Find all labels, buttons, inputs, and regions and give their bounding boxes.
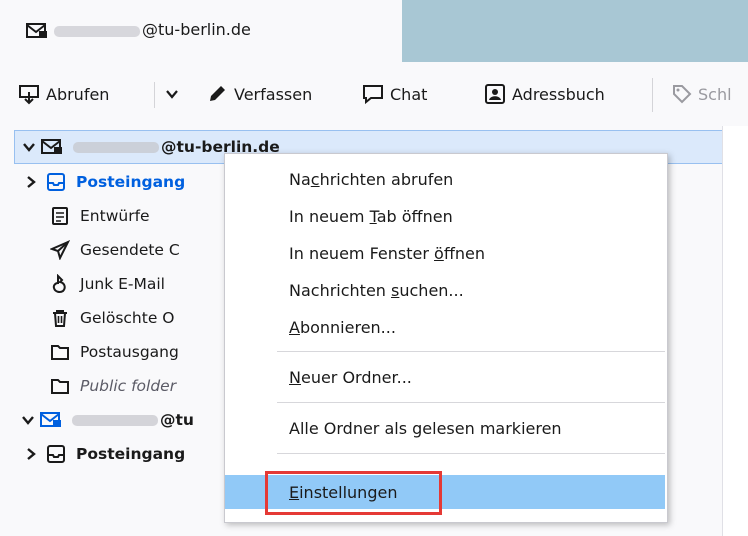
download-icon: [19, 85, 39, 105]
menu-label-pre: In neuem Fenster: [289, 243, 435, 263]
menu-accesskey: c: [310, 169, 320, 189]
junk-icon: [52, 274, 66, 293]
chevron-down-icon: [22, 416, 34, 425]
folder-label: Entwürfe: [80, 207, 150, 225]
redacted-username: [73, 141, 159, 153]
menu-search-messages[interactable]: Nachrichten suchen...: [225, 273, 665, 307]
menu-label-post: ab öffnen: [376, 206, 453, 226]
menu-new-folder[interactable]: Neuer Ordner...: [225, 360, 665, 394]
tab-bar: @tu-berlin.de: [0, 0, 748, 62]
trash-icon: [53, 310, 67, 327]
chevron-down-icon: [23, 143, 35, 152]
address-book-icon: [485, 84, 505, 104]
mail-account-icon: [41, 139, 62, 154]
address-book-label: Adressbuch: [512, 84, 605, 104]
menu-label-pre: In neuem: [289, 206, 370, 226]
mail-tab[interactable]: @tu-berlin.de: [0, 0, 402, 62]
folder-outbox[interactable]: Postausgang: [50, 335, 179, 369]
folder-label: Gesendete C: [80, 241, 180, 259]
get-messages-button[interactable]: Abrufen: [18, 62, 109, 126]
chat-button[interactable]: Chat: [362, 62, 427, 126]
mail-account-icon: [26, 23, 47, 38]
folder-label: Public folder: [80, 377, 177, 395]
tab-title: @tu-berlin.de: [142, 20, 251, 39]
menu-separator: [277, 453, 665, 454]
menu-get-messages[interactable]: Nachrichten abrufen: [225, 162, 665, 196]
get-messages-dropdown[interactable]: [164, 62, 180, 126]
tab-empty-area: [402, 0, 748, 62]
redacted-username: [54, 26, 140, 37]
menu-label-pre: Na: [289, 169, 311, 189]
folder-label: Junk E-Mail: [80, 275, 165, 293]
tag-label: Schl: [698, 84, 732, 104]
chevron-right-icon: [27, 176, 36, 188]
folder-label: Postausgang: [80, 343, 179, 361]
folder-label: Posteingang: [76, 445, 186, 463]
compose-button[interactable]: Verfassen: [206, 62, 312, 126]
menu-separator: [277, 351, 665, 352]
compose-label: Verfassen: [234, 84, 313, 104]
redacted-username: [72, 414, 158, 426]
drafts-icon: [52, 207, 68, 225]
folder-sent[interactable]: Gesendete C: [50, 233, 180, 267]
folder-drafts[interactable]: Entwürfe: [50, 199, 150, 233]
get-messages-label: Abrufen: [46, 84, 110, 104]
menu-label-post: uchen...: [399, 280, 464, 300]
folder-inbox[interactable]: Posteingang: [24, 165, 185, 199]
folder-label: Posteingang: [76, 173, 186, 191]
folder-public[interactable]: Public folder: [50, 369, 176, 403]
menu-accesskey: N: [289, 367, 301, 387]
chevron-down-icon: [166, 90, 178, 99]
chevron-right-icon: [27, 448, 36, 460]
folder-junk[interactable]: Junk E-Mail: [50, 267, 165, 301]
divider: [652, 78, 653, 112]
menu-open-in-window[interactable]: In neuem Fenster öffnen: [225, 236, 665, 270]
mail-account-icon: [40, 412, 61, 427]
menu-subscribe[interactable]: Abonnieren...: [225, 310, 665, 344]
tag-button[interactable]: Schl: [672, 62, 732, 126]
menu-mark-all-read[interactable]: Alle Ordner als gelesen markieren: [225, 411, 665, 445]
menu-label: Alle Ordner als gelesen markieren: [289, 418, 562, 438]
folder-trash[interactable]: Gelöschte O: [50, 301, 175, 335]
menu-accesskey: A: [289, 317, 300, 337]
pencil-icon: [210, 86, 225, 101]
highlight-callout-box: [265, 471, 442, 515]
inbox-icon: [47, 173, 65, 191]
account-row-2[interactable]: @tu: [20, 403, 194, 437]
account-name: @tu: [160, 411, 194, 429]
folder-icon: [51, 345, 69, 360]
folder-inbox-2[interactable]: Posteingang: [24, 437, 185, 471]
folder-label: Gelöschte O: [80, 309, 175, 327]
menu-label-pre: Nachrichten: [289, 280, 392, 300]
menu-separator: [277, 402, 665, 403]
message-pane-edge: [722, 126, 748, 536]
tag-icon: [673, 85, 692, 104]
menu-label-post: bonnieren...: [299, 317, 396, 337]
send-icon: [50, 240, 70, 260]
address-book-button[interactable]: Adressbuch: [484, 62, 605, 126]
menu-accesskey: ö: [434, 243, 444, 263]
menu-accesskey: T: [369, 206, 377, 226]
menu-label-post: euer Ordner...: [300, 367, 412, 387]
folder-icon: [51, 379, 69, 394]
inbox-icon: [47, 445, 65, 463]
folder-context-menu: Nachrichten abrufen In neuem Tab öffnen …: [224, 153, 668, 523]
chat-label: Chat: [390, 84, 428, 104]
chat-icon: [363, 85, 383, 105]
menu-label-post: hrichten abrufen: [319, 169, 454, 189]
divider: [154, 82, 155, 108]
toolbar: Abrufen Verfassen Chat Adressbuch Schl: [0, 62, 748, 126]
menu-label-post: ffnen: [443, 243, 485, 263]
menu-open-in-tab[interactable]: In neuem Tab öffnen: [225, 199, 665, 233]
